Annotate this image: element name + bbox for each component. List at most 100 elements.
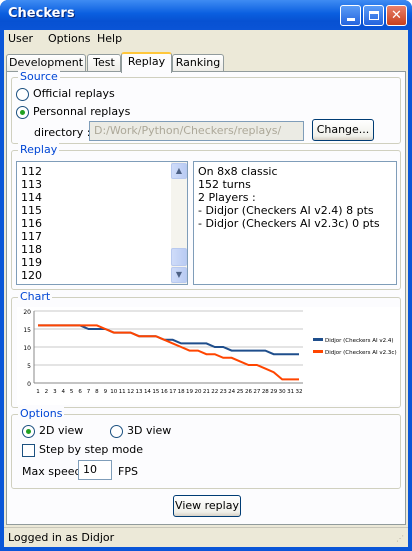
x-tick-label: 10 (110, 389, 117, 395)
replay-legend: Replay (18, 143, 60, 156)
x-tick-label: 16 (161, 389, 168, 395)
x-tick-label: 20 (194, 389, 201, 395)
tab-replay[interactable]: Replay (121, 52, 172, 73)
replay-info-line: 152 turns (198, 178, 251, 191)
replay-list[interactable]: 112 113 114 115 116 117 118 119 120 ▲ ▼ (16, 161, 188, 285)
x-tick-label: 24 (228, 389, 235, 395)
y-tick-label: 5 (27, 363, 31, 370)
official-replays-radio[interactable] (16, 88, 29, 101)
replay-list-scrollbar[interactable]: ▲ ▼ (171, 162, 187, 284)
status-bar: Logged in as Didjor ⋰ (4, 527, 408, 547)
x-tick-label: 2 (45, 389, 49, 395)
x-tick-label: 30 (279, 389, 286, 395)
step-by-step-label: Step by step mode (39, 443, 144, 456)
x-tick-label: 31 (287, 389, 294, 395)
list-item[interactable]: 119 (21, 256, 42, 269)
scroll-down-button[interactable]: ▼ (171, 267, 187, 283)
maximize-icon (368, 11, 379, 20)
x-tick-label: 12 (127, 389, 134, 395)
list-item[interactable]: 118 (21, 243, 42, 256)
change-directory-button[interactable]: Change... (312, 119, 374, 141)
menu-user[interactable]: User (8, 32, 33, 45)
chevron-up-icon: ▲ (175, 166, 183, 175)
x-tick-label: 13 (136, 389, 143, 395)
x-tick-label: 4 (62, 389, 66, 395)
y-tick-label: 0 (27, 381, 31, 388)
view-2d-label: 2D view (39, 424, 84, 437)
x-tick-label: 27 (253, 389, 260, 395)
replay-info-line: 2 Players : (198, 191, 256, 204)
list-item[interactable]: 114 (21, 191, 42, 204)
x-tick-label: 18 (178, 389, 185, 395)
replay-info-box: On 8x8 classic 152 turns 2 Players : - D… (193, 161, 397, 285)
window-title: Checkers (8, 6, 75, 21)
view-3d-radio[interactable] (110, 425, 123, 438)
close-icon: ✕ (391, 8, 402, 23)
view-replay-button[interactable]: View replay (173, 495, 241, 517)
list-item[interactable]: 113 (21, 178, 42, 191)
personal-replays-radio[interactable] (16, 106, 29, 119)
title-bar[interactable]: Checkers ✕ (0, 0, 412, 30)
list-item[interactable]: 115 (21, 204, 42, 217)
list-item[interactable]: 116 (21, 217, 42, 230)
replay-panel: Source Official replays Personnal replay… (6, 70, 406, 525)
list-item[interactable]: 112 (21, 165, 42, 178)
tab-ranking[interactable]: Ranking (172, 54, 224, 72)
x-tick-label: 32 (296, 389, 303, 395)
tab-strip: Development Test Replay Ranking (4, 52, 408, 73)
x-tick-label: 11 (119, 389, 126, 395)
scroll-up-button[interactable]: ▲ (171, 163, 187, 179)
series-line-2 (38, 324, 299, 381)
x-tick-label: 14 (144, 389, 151, 395)
chart-area: 0 5 10 15 20 1 2 3 4 5 6 7 8 9 10 11 12 13 14 15 16 17 18 19 20 2… (17, 307, 400, 405)
directory-label: directory : (34, 126, 91, 139)
options-group: Options 2D view 3D view Step by step mod… (11, 407, 401, 489)
resize-grip-icon[interactable]: ⋰ (396, 534, 404, 543)
legend-swatch (313, 350, 323, 353)
directory-field[interactable]: D:/Work/Python/Checkers/replays/ (89, 121, 304, 141)
minimize-icon (346, 18, 355, 21)
replay-info-line: On 8x8 classic (198, 165, 278, 178)
y-tick-label: 15 (23, 327, 31, 334)
x-tick-label: 22 (211, 389, 218, 395)
y-tick-label: 10 (23, 345, 31, 352)
maximize-button[interactable] (363, 5, 384, 26)
source-group: Source Official replays Personnal replay… (11, 70, 401, 144)
menu-options[interactable]: Options (48, 32, 90, 45)
close-button[interactable]: ✕ (386, 5, 407, 26)
x-tick-label: 29 (270, 389, 277, 395)
x-tick-label: 25 (237, 389, 244, 395)
source-legend: Source (18, 70, 60, 83)
view-3d-label: 3D view (127, 424, 172, 437)
list-item[interactable]: 120 (21, 269, 42, 282)
step-by-step-checkbox[interactable] (22, 444, 35, 457)
menu-help[interactable]: Help (97, 32, 122, 45)
replay-info-line: - Didjor (Checkers AI v2.4) 8 pts (198, 204, 374, 217)
legend-swatch (313, 338, 323, 341)
x-tick-label: 8 (95, 389, 99, 395)
x-tick-label: 17 (169, 389, 176, 395)
fps-label: FPS (118, 465, 138, 478)
status-text: Logged in as Didjor (8, 531, 115, 544)
official-replays-label: Official replays (33, 87, 115, 100)
x-tick-label: 5 (70, 389, 74, 395)
x-tick-label: 3 (53, 389, 57, 395)
chart-group: Chart 0 5 10 15 20 1 2 3 4 5 6 7 8 9 10 11 12 13 14 15 16 17 1… (11, 290, 401, 408)
client-area: User Options Help Development Test Repla… (4, 30, 408, 547)
x-tick-label: 26 (245, 389, 252, 395)
x-tick-label: 1 (36, 389, 40, 395)
minimize-button[interactable] (340, 5, 361, 26)
x-tick-label: 6 (78, 389, 82, 395)
y-tick-label: 20 (23, 309, 31, 316)
legend-label: Didjor (Checkers AI v2.4) (325, 338, 394, 344)
view-2d-radio[interactable] (22, 425, 35, 438)
x-tick-label: 7 (87, 389, 91, 395)
list-item[interactable]: 117 (21, 230, 42, 243)
max-speed-field[interactable]: 10 (78, 460, 112, 480)
replay-info-line: - Didjor (Checkers AI v2.3c) 0 pts (198, 217, 380, 230)
scroll-thumb[interactable] (171, 248, 187, 266)
options-legend: Options (18, 407, 65, 420)
x-tick-label: 19 (186, 389, 193, 395)
max-speed-label: Max speed (22, 465, 82, 478)
tab-test[interactable]: Test (87, 54, 121, 72)
